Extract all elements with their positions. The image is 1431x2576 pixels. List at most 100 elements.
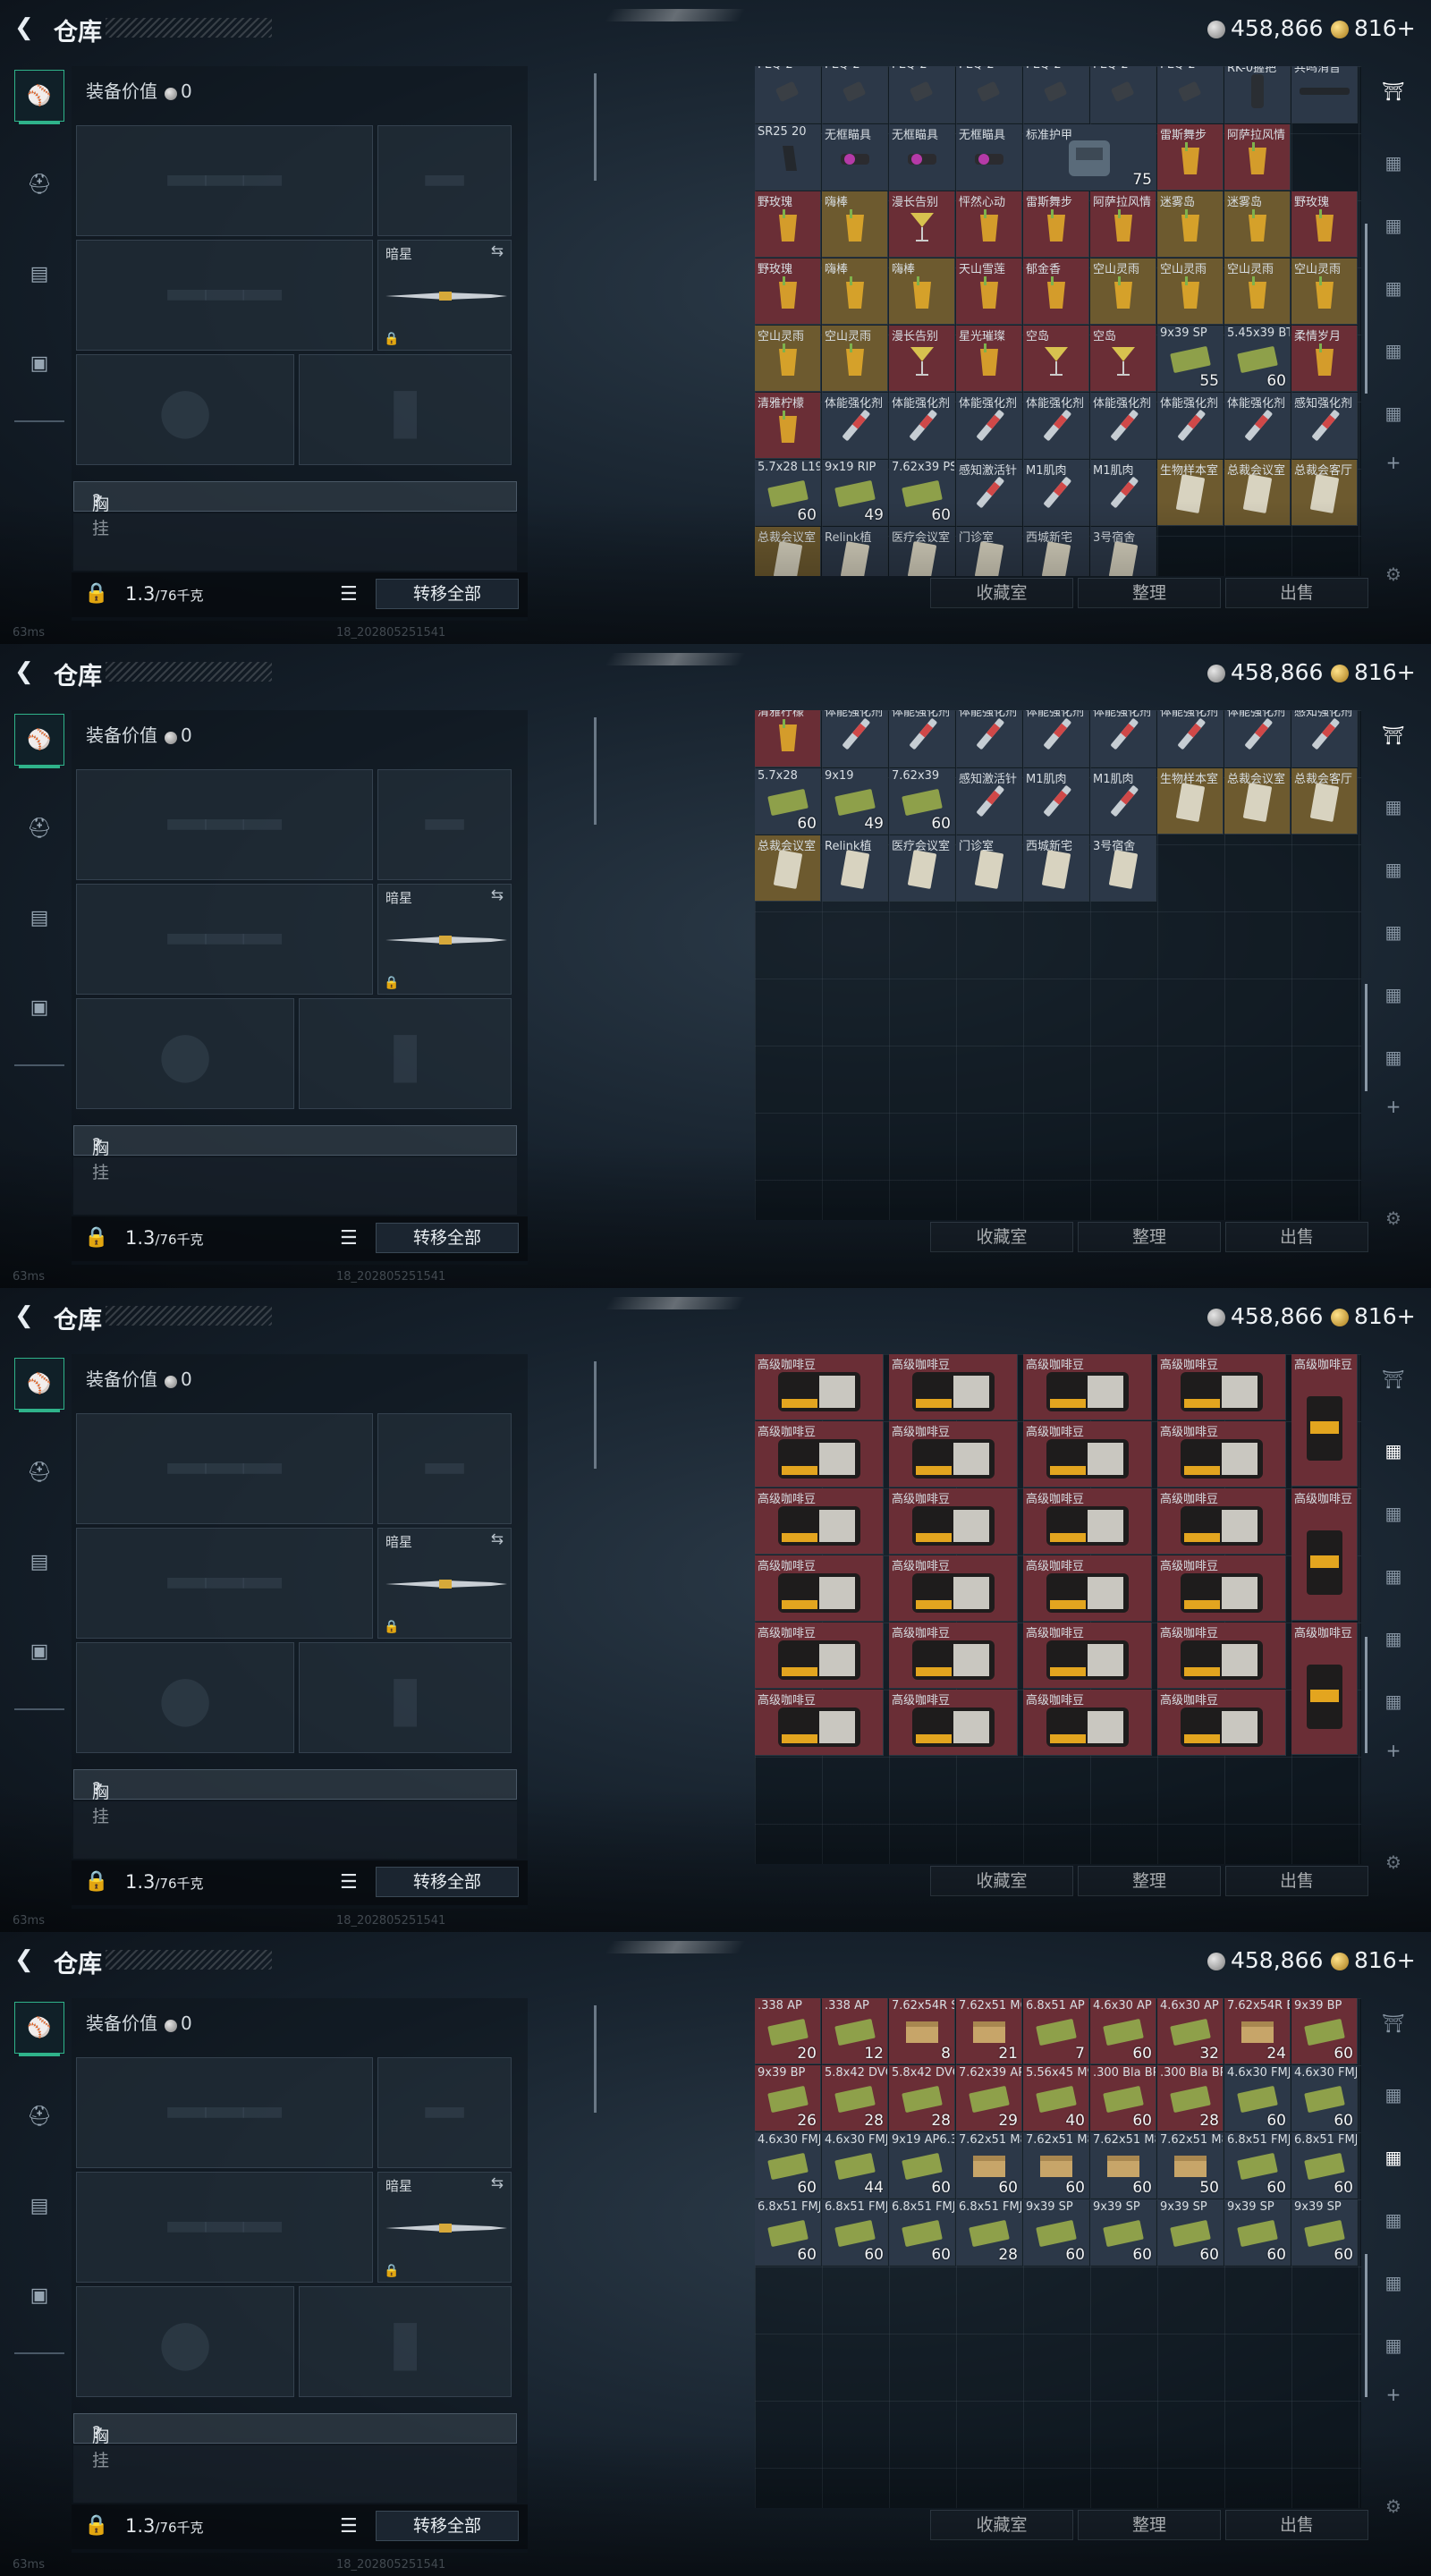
inventory-item[interactable]: 标准护甲 75 <box>1023 124 1156 191</box>
coffee-bag-item[interactable]: 高级咖啡豆 <box>755 1555 884 1622</box>
inventory-item[interactable]: 体能强化剂 <box>1157 393 1224 459</box>
gold-currency[interactable]: 816+ <box>1331 14 1416 43</box>
melee-slot[interactable]: 暗星 ⇆ 🔒 <box>377 2172 512 2283</box>
lock-icon[interactable]: 🔒 <box>84 582 108 605</box>
backpack-icon[interactable]: ▤ <box>14 2181 64 2233</box>
inventory-item[interactable]: 7.62x39 AP 29 <box>956 2065 1022 2131</box>
collection-room-button[interactable]: 收藏室 <box>930 1866 1073 1896</box>
inventory-item[interactable]: 嗨棒 <box>889 258 955 325</box>
coffee-bag-item[interactable]: 高级咖啡豆 <box>755 1488 884 1555</box>
inventory-item[interactable]: 体能强化剂 <box>956 710 1022 767</box>
inventory-item[interactable]: 清雅柠檬 <box>755 393 821 459</box>
pistol-slot[interactable]: ━ <box>377 2057 512 2168</box>
gear-icon[interactable]: ⚙ <box>1374 1199 1413 1238</box>
coffee-bag-item[interactable]: 高级咖啡豆 <box>1023 1354 1152 1420</box>
gear-icon[interactable]: ⚙ <box>1374 2487 1413 2526</box>
inventory-item[interactable]: 空山灵雨 <box>1157 258 1224 325</box>
inventory-item[interactable]: 9x39 BP 60 <box>1291 1998 1358 2064</box>
coffee-bag-item[interactable]: 高级咖啡豆 <box>889 1623 1018 1689</box>
storage-tab-6-icon[interactable]: ▦ <box>1374 2326 1413 2365</box>
inventory-item[interactable]: 体能强化剂 <box>1224 393 1291 459</box>
coffee-bag-item[interactable]: 高级咖啡豆 <box>755 1354 884 1420</box>
sell-button[interactable]: 出售 <box>1225 1222 1368 1252</box>
storage-tab-2-icon[interactable]: ▦ <box>1374 143 1413 182</box>
inventory-item[interactable]: 4.6x30 AP SX 60 <box>1090 1998 1156 2064</box>
coffee-bag-item[interactable]: 高级咖啡豆 <box>1157 1690 1286 1756</box>
transfer-all-button[interactable]: 转移全部 <box>376 579 519 609</box>
storage-tab-4-icon[interactable]: ▦ <box>1374 2200 1413 2240</box>
coffee-bag-item[interactable]: 高级咖啡豆 <box>1291 1488 1358 1621</box>
inventory-scrollbar[interactable] <box>1365 224 1367 394</box>
coffee-bag-item[interactable]: 高级咖啡豆 <box>1023 1488 1152 1555</box>
helmet-icon[interactable]: ⛑ <box>14 1447 64 1499</box>
inventory-item[interactable]: M1肌肉 <box>1090 460 1156 526</box>
inventory-item[interactable]: 生物样本室 <box>1157 460 1224 526</box>
inventory-item[interactable]: PEQ-2 <box>1090 66 1156 123</box>
primary-weapon-slot[interactable]: ━━━ <box>76 769 373 880</box>
inventory-item[interactable]: 总裁会议室 <box>1224 460 1291 526</box>
coffee-bag-item[interactable]: 高级咖啡豆 <box>1157 1354 1286 1420</box>
coffee-bag-item[interactable]: 高级咖啡豆 <box>1291 1354 1358 1487</box>
inventory-item[interactable]: 柔情岁月 <box>1291 326 1358 392</box>
storage-tab-3-icon[interactable]: ▦ <box>1374 206 1413 245</box>
inventory-item[interactable]: M1肌肉 <box>1023 460 1089 526</box>
inventory-item[interactable]: 6.8x51 AP 7 <box>1023 1998 1089 2064</box>
coffee-bag-item[interactable]: 高级咖啡豆 <box>1157 1623 1286 1689</box>
gun-icon[interactable]: ⚾ <box>14 714 64 768</box>
inventory-item[interactable]: 7.62x54R BT 24 <box>1224 1998 1291 2064</box>
secondary-weapon-slot[interactable]: ━━━ <box>76 240 373 351</box>
inventory-item[interactable]: 雷斯舞步 <box>1157 124 1224 191</box>
inventory-scrollbar[interactable] <box>1365 984 1367 1091</box>
silver-currency[interactable]: 458,866 <box>1207 14 1323 43</box>
coffee-bag-item[interactable]: 高级咖啡豆 <box>1157 1555 1286 1622</box>
inventory-item[interactable]: PEQ-2 <box>755 66 821 123</box>
inventory-item[interactable]: .300 Bla BP 60 <box>1090 2065 1156 2131</box>
inventory-item[interactable]: 9x39 SP 60 <box>1291 2199 1358 2266</box>
coffee-bag-item[interactable]: 高级咖啡豆 <box>889 1421 1018 1487</box>
inventory-item[interactable]: 4.6x30 FMJ SX 60 <box>755 2132 821 2199</box>
inventory-item[interactable]: 9x19 RIP 49 <box>822 460 888 526</box>
inventory-item[interactable]: 野玫瑰 <box>1291 191 1358 258</box>
inventory-item[interactable]: 体能强化剂 <box>889 393 955 459</box>
vault-icon[interactable]: ⛩ <box>1374 2004 1413 2043</box>
inventory-item[interactable]: 体能强化剂 <box>1157 710 1224 767</box>
gear-icon[interactable]: ⚙ <box>1374 1843 1413 1882</box>
plus-icon[interactable]: + <box>1374 443 1413 482</box>
inventory-item[interactable]: M1肌肉 <box>1090 768 1156 835</box>
inventory-item[interactable]: 5.45x39 BT 60 <box>1224 326 1291 392</box>
inventory-item[interactable]: 医疗会议室 <box>889 527 955 576</box>
sell-button[interactable]: 出售 <box>1225 578 1368 608</box>
inventory-item[interactable]: 医疗会议室 <box>889 835 955 902</box>
inventory-item[interactable]: 9x39 SP 60 <box>1023 2199 1089 2266</box>
inventory-item[interactable]: 7.62x39 PS 60 <box>889 460 955 526</box>
sell-button[interactable]: 出售 <box>1225 1866 1368 1896</box>
inventory-item[interactable]: 生物样本室 <box>1157 768 1224 835</box>
coffee-bag-item[interactable]: 高级咖啡豆 <box>1157 1488 1286 1555</box>
inventory-item[interactable]: PEQ-2 <box>822 66 888 123</box>
inventory-item[interactable]: PEQ-2 <box>1023 66 1089 123</box>
inventory-item[interactable]: PEQ-2 <box>956 66 1022 123</box>
inventory-item[interactable]: 体能强化剂 <box>822 710 888 767</box>
inventory-item[interactable]: 体能强化剂 <box>1090 393 1156 459</box>
collection-room-button[interactable]: 收藏室 <box>930 1222 1073 1252</box>
inventory-item[interactable]: 感知强化剂 <box>1291 710 1358 767</box>
coffee-bag-item[interactable]: 高级咖啡豆 <box>1023 1690 1152 1756</box>
case-icon[interactable]: ▣ <box>14 982 64 1034</box>
coffee-bag-item[interactable]: 高级咖啡豆 <box>889 1690 1018 1756</box>
helmet-icon[interactable]: ⛑ <box>14 159 64 211</box>
inventory-item[interactable]: 体能强化剂 <box>1023 393 1089 459</box>
inventory-item[interactable]: 9x39 SP 60 <box>1224 2199 1291 2266</box>
inventory-item[interactable]: 7.62x54R SNB 8 <box>889 1998 955 2064</box>
secondary-weapon-slot[interactable]: ━━━ <box>76 884 373 995</box>
lock-icon[interactable]: 🔒 <box>84 2514 108 2537</box>
case-icon[interactable]: ▣ <box>14 1626 64 1678</box>
swap-icon[interactable]: ⇆ <box>491 1530 504 1548</box>
inventory-item[interactable]: 9x19 49 <box>822 768 888 835</box>
swap-icon[interactable]: ⇆ <box>491 886 504 904</box>
storage-tab-4-icon[interactable]: ▦ <box>1374 268 1413 308</box>
helmet-slot[interactable]: ● <box>76 998 294 1109</box>
inventory-item[interactable]: 总裁会客厅 <box>1291 768 1358 835</box>
storage-tab-3-icon[interactable]: ▦ <box>1374 2138 1413 2177</box>
inventory-item[interactable]: 9x39 SP 60 <box>1157 2199 1224 2266</box>
vault-icon[interactable]: ⛩ <box>1374 716 1413 755</box>
